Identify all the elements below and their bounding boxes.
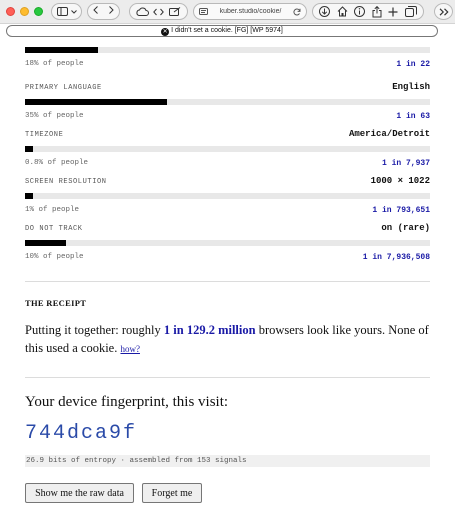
fingerprint-heading: Your device fingerprint, this visit: (25, 394, 229, 410)
note-icon[interactable] (168, 7, 181, 16)
attribute-value: English (392, 82, 430, 92)
attribute-odds: 1 in 22 (396, 59, 430, 69)
attribute-footer: 1% of people 1 in 793,651 (25, 202, 430, 218)
attribute-footer: 35% of people 1 in 63 (25, 108, 430, 124)
extension-buttons (129, 3, 188, 20)
receipt-text-lead: Putting it together: roughly (25, 323, 164, 337)
reader-icon[interactable] (199, 8, 208, 15)
fingerprint-hash: 744dca9f (25, 422, 138, 445)
info-icon[interactable] (354, 6, 366, 17)
navigation-buttons (87, 3, 120, 20)
back-button[interactable] (88, 6, 104, 17)
attribute-header: DO NOT TRACK on (rare) (25, 223, 430, 240)
attribute-share: 1% of people (25, 206, 80, 214)
attribute-header: TIMEZONE America/Detroit (25, 129, 430, 146)
forward-button[interactable] (104, 6, 120, 17)
home-icon[interactable] (337, 6, 348, 17)
attribute-header: SCREEN RESOLUTION 1000 × 1022 (25, 176, 430, 193)
close-banner-icon[interactable]: ✕ (161, 28, 170, 36)
section-divider (25, 281, 430, 282)
minimize-window-button[interactable] (20, 7, 29, 16)
attribute-label: DO NOT TRACK (25, 225, 83, 233)
more-tabs-button[interactable] (434, 3, 453, 20)
attribute-label: TIMEZONE (25, 131, 64, 139)
attribute-value: on (rare) (381, 223, 430, 233)
rarity-bar (25, 240, 430, 246)
attribute-share: 18% of people (25, 60, 84, 68)
attribute-row: DO NOT TRACK on (rare) 10% of people 1 i… (25, 223, 430, 265)
rarity-bar-fill (25, 240, 66, 246)
attribute-share: 10% of people (25, 253, 84, 261)
rarity-bar-fill (25, 146, 34, 152)
window-controls (6, 7, 43, 16)
refresh-icon[interactable] (293, 8, 301, 16)
attribute-row: 18% of people 1 in 22 (25, 47, 430, 72)
banner-text: I didn't set a cookie. [FG] [WP 5974] (171, 27, 283, 34)
attribute-share: 35% of people (25, 112, 84, 120)
attribute-row: SCREEN RESOLUTION 1000 × 1022 1% of peop… (25, 176, 430, 218)
attribute-odds: 1 in 63 (396, 111, 430, 121)
rarity-bar-fill (25, 99, 167, 105)
back-icon (93, 6, 99, 14)
tabs-icon[interactable] (404, 6, 417, 17)
new-tab-icon[interactable] (388, 7, 398, 17)
cloud-icon[interactable] (136, 7, 150, 16)
attribute-header: PRIMARY LANGUAGE English (25, 82, 430, 99)
zoom-window-button[interactable] (34, 7, 43, 16)
code-icon[interactable] (153, 8, 165, 16)
how-link[interactable]: how? (120, 344, 140, 354)
sidebar-toggle-button[interactable] (51, 3, 82, 20)
attribute-footer: 18% of people 1 in 22 (25, 56, 430, 72)
close-window-button[interactable] (6, 7, 15, 16)
more-icon (439, 7, 449, 16)
attribute-odds: 1 in 793,651 (372, 205, 430, 215)
forward-icon (108, 6, 114, 14)
attribute-label: SCREEN RESOLUTION (25, 178, 107, 186)
status-banner: ✕ I didn't set a cookie. [FG] [WP 5974] (6, 25, 438, 37)
fingerprint-meta: 26.9 bits of entropy · assembled from 15… (25, 455, 430, 467)
attribute-footer: 10% of people 1 in 7,936,508 (25, 249, 430, 265)
attribute-odds: 1 in 7,936,508 (362, 252, 430, 262)
rarity-bar (25, 99, 430, 105)
chevron-down-icon (70, 9, 77, 14)
show-raw-data-button[interactable]: Show me the raw data (25, 483, 134, 503)
receipt-heading: THE RECEIPT (25, 298, 87, 308)
attribute-value: America/Detroit (348, 129, 430, 139)
page-content: 18% of people 1 in 22 PRIMARY LANGUAGE E… (25, 38, 430, 467)
attribute-label: PRIMARY LANGUAGE (25, 84, 102, 92)
browser-toolbar: kuber.studio/cookie/ (0, 0, 455, 24)
download-icon[interactable] (319, 6, 331, 17)
share-icon[interactable] (372, 5, 382, 18)
rarity-bar-fill (25, 193, 34, 199)
attribute-row: TIMEZONE America/Detroit 0.8% of people … (25, 129, 430, 171)
attribute-value: 1000 × 1022 (370, 176, 430, 186)
attribute-share: 0.8% of people (25, 159, 89, 167)
forget-me-button[interactable]: Forget me (142, 483, 202, 503)
section-divider (25, 377, 430, 378)
rarity-bar (25, 193, 430, 199)
rarity-bar (25, 146, 430, 152)
url-text: kuber.studio/cookie/ (219, 8, 282, 15)
attribute-row: PRIMARY LANGUAGE English 35% of people 1… (25, 82, 430, 124)
odds-highlight: 1 in 129.2 million (163, 323, 256, 337)
attribute-odds: 1 in 7,937 (381, 158, 430, 168)
rarity-bar-fill (25, 47, 98, 53)
attribute-footer: 0.8% of people 1 in 7,937 (25, 155, 430, 171)
receipt-text: Putting it together: roughly 1 in 129.2 … (25, 321, 430, 358)
rarity-bar (25, 47, 430, 53)
address-bar[interactable]: kuber.studio/cookie/ (193, 3, 307, 20)
browser-action-buttons (312, 3, 424, 20)
sidebar-icon (56, 7, 68, 16)
